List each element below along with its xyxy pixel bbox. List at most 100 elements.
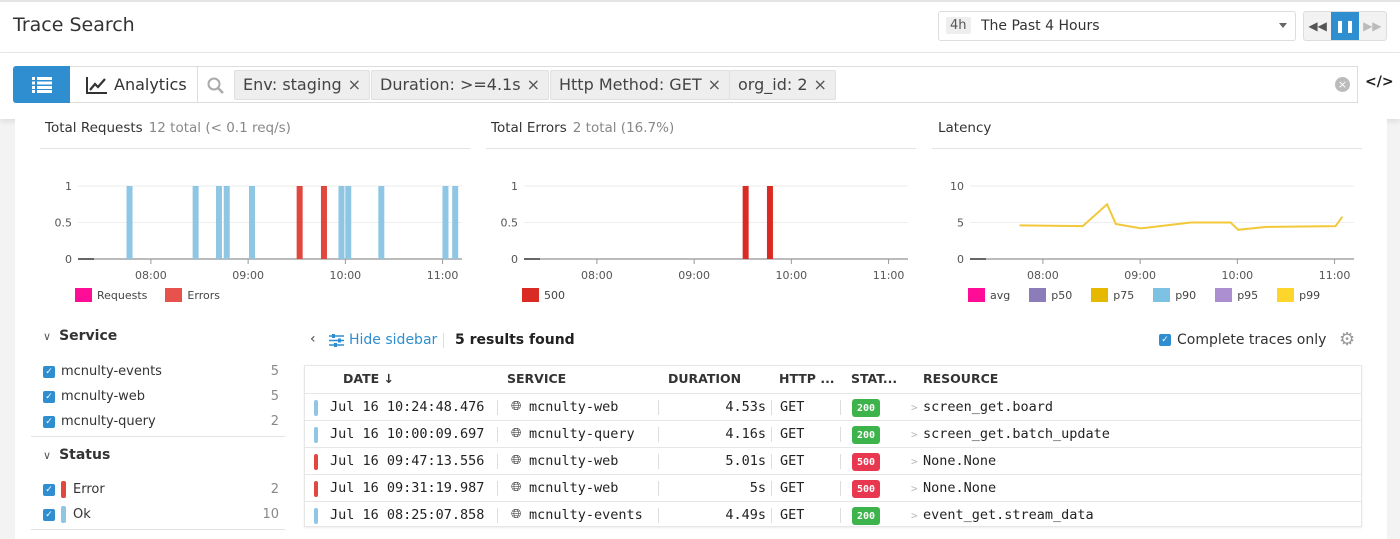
errors-chart-subtitle: 2 total (16.7%) (573, 120, 674, 136)
x-tick-label: 11:00 (873, 269, 905, 282)
status-badge: 500 (852, 480, 880, 498)
checkbox-checked-icon: ✓ (43, 391, 55, 403)
legend-item[interactable]: p50 (1029, 288, 1072, 302)
table-row[interactable]: Jul 16 08:25:07.858 🌐︎ mcnulty-events 4.… (305, 501, 1361, 528)
chevron-right-icon: > (911, 455, 918, 468)
gear-icon[interactable]: ⚙ (1339, 329, 1355, 350)
filter-chip-env[interactable]: Env: staging× (234, 70, 370, 100)
divider (658, 400, 659, 415)
service-facet-header[interactable]: ∨Service (43, 328, 117, 344)
legend-swatch (1029, 288, 1046, 302)
fast-forward-button[interactable]: ▶▶ (1359, 12, 1386, 40)
bar-requests (452, 186, 458, 259)
x-tick-label: 09:00 (232, 269, 264, 282)
globe-icon: 🌐︎ (511, 453, 521, 468)
sliders-icon (329, 334, 344, 347)
table-row[interactable]: Jul 16 10:00:09.697 🌐︎ mcnulty-query 4.1… (305, 420, 1361, 447)
page-title: Trace Search (13, 14, 135, 36)
globe-icon: 🌐︎ (511, 507, 521, 522)
legend-swatch (75, 288, 92, 302)
cell-service: mcnulty-query (529, 426, 635, 442)
analytics-button[interactable]: Analytics (70, 66, 198, 103)
filter-chip-org-id[interactable]: org_id: 2× (729, 70, 836, 100)
column-header-resource[interactable]: RESOURCE (923, 371, 998, 386)
y-tick-label: 1 (65, 180, 72, 193)
search-query-input[interactable]: Env: staging× Duration: >=4.1s × Http Met… (197, 66, 1358, 103)
chip-label: Duration: >=4.1s (380, 75, 521, 94)
column-header-status[interactable]: STAT... (851, 371, 897, 386)
facet-item-ok[interactable]: ✓Ok10 (43, 502, 279, 527)
cell-http-method: GET (780, 453, 804, 469)
status-color-bar (314, 454, 318, 470)
time-range-select[interactable]: 4h The Past 4 Hours (938, 11, 1296, 41)
remove-icon[interactable]: × (527, 75, 540, 94)
cell-duration: 5.01s (725, 453, 766, 469)
divider (840, 454, 841, 469)
column-header-duration[interactable]: DURATION (668, 371, 741, 386)
legend-item[interactable]: p99 (1277, 288, 1320, 302)
facet-item-mcnulty-events[interactable]: ✓mcnulty-events5 (43, 359, 279, 384)
remove-icon[interactable]: × (814, 75, 827, 94)
analytics-label: Analytics (114, 75, 187, 94)
table-row[interactable]: Jul 16 09:47:13.556 🌐︎ mcnulty-web 5.01s… (305, 447, 1361, 474)
legend-item[interactable]: p90 (1153, 288, 1196, 302)
facet-item-error[interactable]: ✓Error2 (43, 477, 279, 502)
remove-icon[interactable]: × (708, 75, 721, 94)
column-header-service[interactable]: SERVICE (507, 371, 566, 386)
pause-button[interactable]: ❚❚ (1331, 12, 1358, 40)
cell-http-method: GET (780, 426, 804, 442)
legend-item[interactable]: Requests (75, 288, 147, 302)
table-row[interactable]: Jul 16 10:24:48.476 🌐︎ mcnulty-web 4.53s… (305, 393, 1361, 420)
cell-service: mcnulty-web (529, 453, 618, 469)
legend-item[interactable]: p95 (1215, 288, 1258, 302)
filter-chip-http-method[interactable]: Http Method: GET × (550, 70, 730, 100)
divider (658, 508, 659, 523)
line-p99 (1020, 204, 1343, 230)
divider (658, 481, 659, 496)
legend-swatch (522, 288, 539, 302)
cell-http-method: GET (780, 480, 804, 496)
playback-controls: ◀◀ ❚❚ ▶▶ (1303, 11, 1387, 41)
rewind-button[interactable]: ◀◀ (1304, 12, 1331, 40)
column-header-date[interactable]: DATE ↓ (343, 371, 394, 386)
x-tick-label: 10:00 (775, 269, 807, 282)
legend-swatch (968, 288, 985, 302)
divider (497, 481, 498, 496)
y-tick-label: 0 (65, 253, 72, 266)
chip-label: Http Method: GET (559, 75, 702, 94)
list-view-button[interactable] (13, 66, 70, 103)
status-color-bar (314, 508, 318, 524)
cell-resource: None.None (923, 453, 996, 469)
legend-item[interactable]: avg (968, 288, 1010, 302)
cell-date: Jul 16 08:25:07.858 (330, 507, 484, 523)
column-header-http-method[interactable]: HTTP ... (779, 371, 835, 386)
legend-item[interactable]: 500 (522, 288, 565, 302)
filter-chip-duration[interactable]: Duration: >=4.1s × (371, 70, 549, 100)
table-row[interactable]: Jul 16 09:31:19.987 🌐︎ mcnulty-web 5s GE… (305, 474, 1361, 501)
legend-item[interactable]: Errors (165, 288, 220, 302)
facet-item-mcnulty-query[interactable]: ✓mcnulty-query2 (43, 409, 279, 434)
y-tick-label: 10 (950, 180, 964, 193)
chevron-left-icon[interactable]: ‹ (310, 331, 316, 347)
bar-500 (767, 186, 773, 259)
divider (771, 481, 772, 496)
cell-service: mcnulty-events (529, 507, 643, 523)
legend-item[interactable]: p75 (1091, 288, 1134, 302)
divider (771, 454, 772, 469)
remove-icon[interactable]: × (348, 75, 361, 94)
complete-traces-checkbox[interactable]: ✓Complete traces only (1159, 332, 1326, 348)
legend-swatch (1153, 288, 1170, 302)
facet-item-mcnulty-web[interactable]: ✓mcnulty-web5 (43, 384, 279, 409)
clear-search-icon[interactable]: × (1335, 77, 1350, 92)
x-tick-label: 09:00 (1124, 269, 1156, 282)
globe-icon: 🌐︎ (511, 426, 521, 441)
divider (658, 454, 659, 469)
bar-requests (216, 186, 222, 259)
cell-resource: screen_get.batch_update (923, 426, 1110, 442)
status-facet-header[interactable]: ∨Status (43, 447, 110, 463)
cell-resource: None.None (923, 480, 996, 496)
divider (443, 333, 444, 348)
hide-sidebar-button[interactable]: Hide sidebar (329, 332, 437, 348)
divider (771, 508, 772, 523)
code-view-icon[interactable]: </> (1365, 74, 1394, 90)
